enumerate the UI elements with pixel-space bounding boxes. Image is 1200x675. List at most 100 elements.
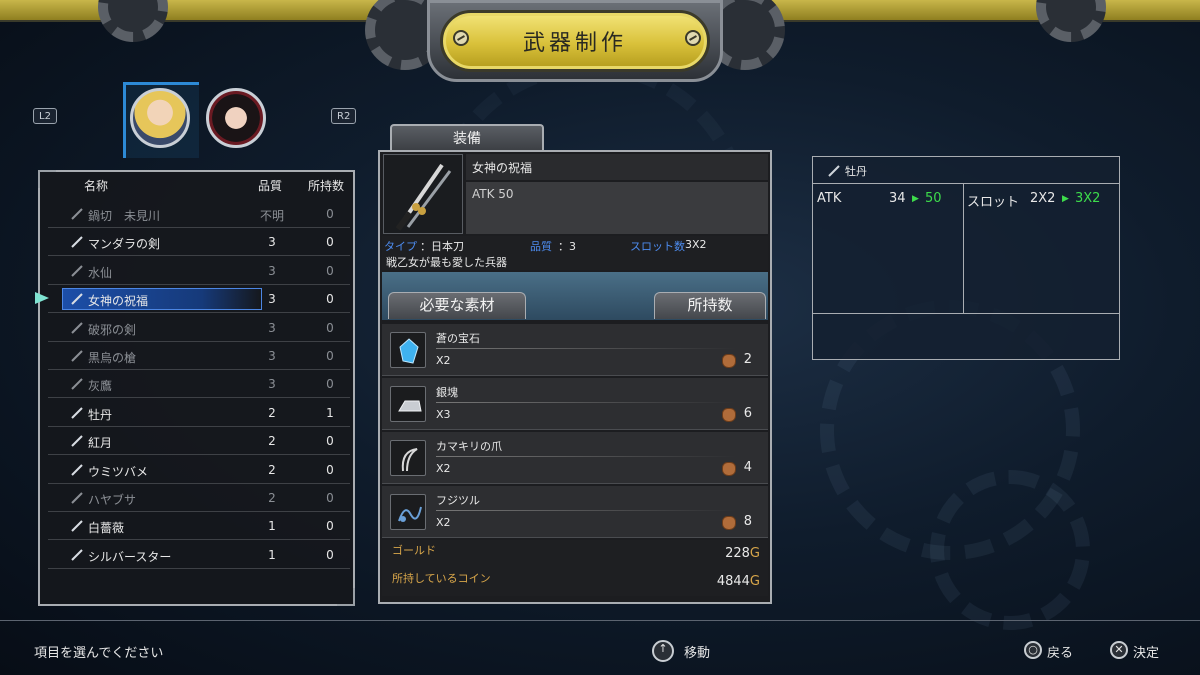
silver-ingot-icon xyxy=(390,386,426,422)
list-item-owned: 0 xyxy=(326,292,334,307)
list-item-name: シルバースター xyxy=(88,549,172,564)
tab-equip[interactable]: 装備 xyxy=(390,124,544,152)
avatar-character-2[interactable] xyxy=(206,88,266,148)
list-item-name: 黒烏の槍 xyxy=(88,351,137,365)
list-item-quality: 3 xyxy=(268,349,276,363)
weapon-list-panel: 名称 品質 所持数 鍋切 未見川 不明 0 マンダラの剣 3 0 水仙 3 0 女神の祝福 3 0 破邪… xyxy=(38,170,355,606)
list-item-owned: 0 xyxy=(326,263,334,278)
material-row: フジツル X2 8 xyxy=(382,486,768,538)
weapon-icon xyxy=(70,377,84,391)
list-item-quality: 1 xyxy=(268,519,276,534)
list-item[interactable]: 紅月 2 0 xyxy=(48,428,350,456)
list-item[interactable]: 灰鷹 3 0 xyxy=(48,371,350,399)
list-item-name: 破邪の剣 xyxy=(88,322,137,337)
list-item[interactable]: ウミツバメ 2 0 xyxy=(48,457,350,484)
list-item-name: 女神の祝福 xyxy=(88,294,149,309)
footer-prompt: 項目を選んでください xyxy=(34,646,164,661)
weapon-info: タイプ ：日本刀 品質 ：3 スロット数 3X2 戦乙女が最も愛した兵器 xyxy=(382,236,768,270)
material-divider xyxy=(436,348,736,349)
list-item-quality: 3 xyxy=(268,292,276,307)
list-item[interactable]: 水仙 3 0 xyxy=(48,258,350,285)
page-title: 武器制作 xyxy=(440,10,710,72)
list-item-quality: 3 xyxy=(268,377,276,392)
coin-value: 4844 xyxy=(716,574,750,589)
list-item-quality: 不明 xyxy=(260,209,285,223)
coin-value-wrap: 4844G xyxy=(717,574,760,589)
gold-value-wrap: 228G xyxy=(725,546,760,561)
type-label: タイプ xyxy=(384,240,417,253)
quality-label: 品質 xyxy=(530,240,552,253)
slot-value: 3X2 xyxy=(685,238,707,251)
material-row: 銀塊 X3 6 xyxy=(382,378,768,430)
list-item[interactable]: ハヤブサ 2 0 xyxy=(48,485,350,512)
list-item[interactable]: 牡丹 2 1 xyxy=(48,400,350,427)
material-qty: X2 xyxy=(436,354,451,367)
footer-back[interactable]: 戻る xyxy=(1047,642,1073,661)
material-owned: 8 xyxy=(743,514,752,529)
top-gear-right xyxy=(1036,0,1106,42)
list-item[interactable]: シルバースター 1 0 xyxy=(48,542,350,569)
gold-row: ゴールド 228G xyxy=(382,540,768,568)
gold-value: 228 xyxy=(725,546,750,561)
list-item-name: 白薔薇 xyxy=(88,521,125,536)
list-item[interactable]: 白薔薇 1 0 xyxy=(48,513,350,541)
column-header-owned: 所持数 xyxy=(308,179,345,193)
corner-ornament xyxy=(337,588,355,606)
claw-icon xyxy=(390,440,426,476)
slot-label: スロット数 xyxy=(630,240,685,253)
material-name: 蒼の宝石 xyxy=(436,332,480,345)
tab-owned-count: 所持数 xyxy=(654,292,766,319)
weapon-icon xyxy=(70,548,84,562)
compare-atk-label: ATK xyxy=(817,191,842,206)
material-divider xyxy=(436,510,736,511)
gold-unit: G xyxy=(749,546,760,561)
divider xyxy=(813,313,1119,314)
column-header-name: 名称 xyxy=(84,179,109,193)
l2-button[interactable]: L2 xyxy=(33,108,57,124)
coin-label: 所持しているコイン xyxy=(392,572,491,585)
weapon-icon xyxy=(70,434,84,448)
list-item[interactable]: 女神の祝福 3 0 xyxy=(48,286,350,314)
list-item-name: ウミツバメ xyxy=(88,464,149,479)
material-row: カマキリの爪 X2 4 xyxy=(382,432,768,484)
coin-row: 所持しているコイン 4844G xyxy=(382,568,768,596)
list-item-name: 灰鷹 xyxy=(88,379,113,394)
arrow-right-icon: ▶ xyxy=(1062,194,1069,204)
background-gear xyxy=(930,470,1090,630)
list-item-quality: 2 xyxy=(268,462,276,477)
weapon-name: 女神の祝福 xyxy=(466,154,768,180)
top-gear-left xyxy=(98,0,168,42)
list-item[interactable]: 鍋切 未見川 不明 0 xyxy=(48,201,350,228)
list-item-name: 鍋切 未見川 xyxy=(88,209,161,223)
circle-button-icon[interactable]: ○ xyxy=(1024,641,1042,659)
material-qty: X2 xyxy=(436,516,451,529)
material-divider xyxy=(436,456,736,457)
list-item-quality: 3 xyxy=(268,320,276,335)
divider xyxy=(963,183,964,313)
list-item-owned: 0 xyxy=(326,462,334,477)
type-value: ：日本刀 xyxy=(420,240,464,253)
material-owned: 2 xyxy=(743,352,752,367)
r2-button[interactable]: R2 xyxy=(331,108,357,124)
compare-atk-from: 34 xyxy=(889,191,906,206)
vine-icon xyxy=(390,494,426,530)
material-name: フジツル xyxy=(436,494,480,507)
list-item[interactable]: 黒烏の槍 3 0 xyxy=(48,343,350,370)
screw-icon xyxy=(685,30,701,46)
avatar-character-1[interactable] xyxy=(130,88,190,148)
weapon-icon xyxy=(70,463,84,477)
list-item-quality: 2 xyxy=(268,405,276,420)
list-item-name: 水仙 xyxy=(88,265,113,280)
cross-button-icon[interactable]: ✕ xyxy=(1110,641,1128,659)
weapon-icon xyxy=(70,207,84,221)
list-item[interactable]: 破邪の剣 3 0 xyxy=(48,315,350,342)
list-item[interactable]: マンダラの剣 3 0 xyxy=(48,229,350,257)
footer-confirm[interactable]: 決定 xyxy=(1133,642,1159,661)
weapon-icon xyxy=(70,292,84,306)
weapon-atk-value: ATK 50 xyxy=(472,187,514,201)
material-qty: X2 xyxy=(436,462,451,475)
list-item-owned: 0 xyxy=(326,235,334,250)
weapon-icon xyxy=(70,235,84,249)
compare-panel: 牡丹 ATK 34 ▶ 50 スロット 2X2 ▶ 3X2 xyxy=(812,156,1120,360)
list-item-name: ハヤブサ xyxy=(88,493,137,507)
